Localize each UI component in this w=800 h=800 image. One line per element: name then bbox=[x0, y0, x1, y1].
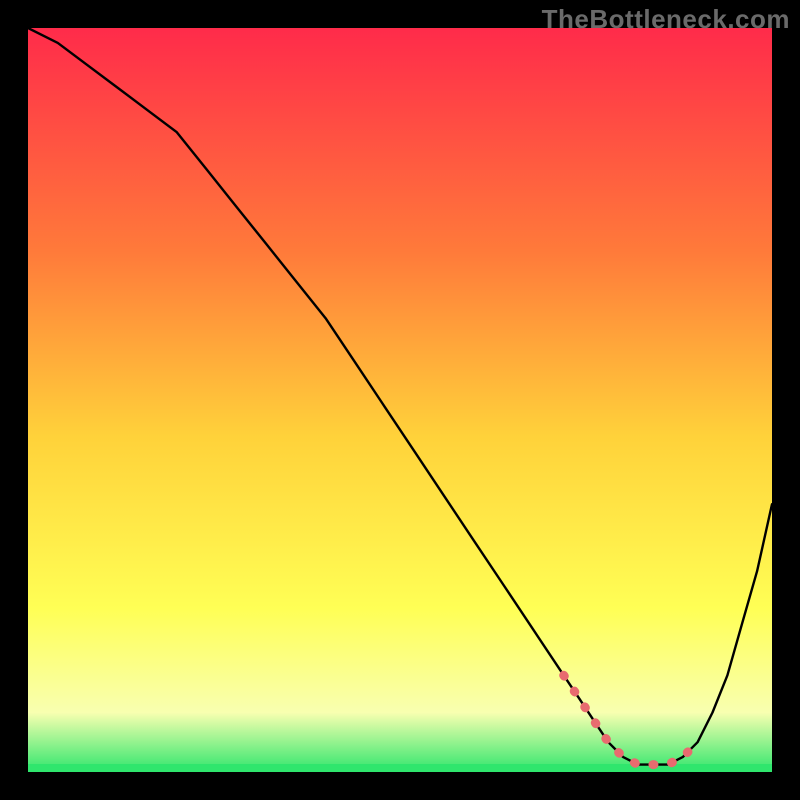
chart-frame: TheBottleneck.com bbox=[0, 0, 800, 800]
chart-svg bbox=[28, 28, 772, 772]
plot-area bbox=[28, 28, 772, 772]
background-gradient bbox=[28, 28, 772, 772]
watermark-text: TheBottleneck.com bbox=[542, 4, 790, 35]
